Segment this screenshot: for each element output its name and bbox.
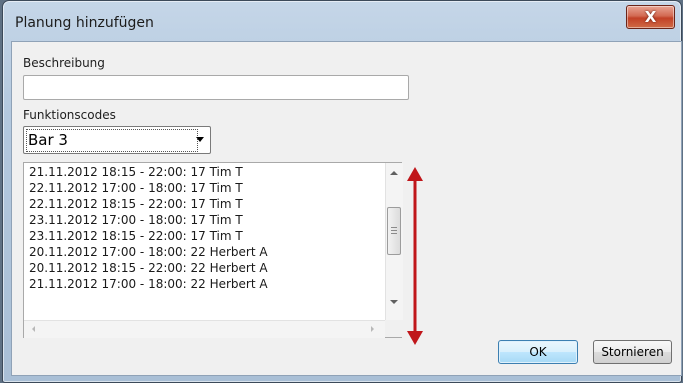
function-codes-dropdown[interactable]: Bar 3 [23, 126, 211, 154]
list-item[interactable]: 23.11.2012 18:15 - 22:00: 17 Tim T [29, 229, 243, 245]
close-button[interactable]: X [626, 5, 675, 29]
list-item[interactable]: 22.11.2012 17:00 - 18:00: 17 Tim T [29, 181, 243, 197]
dialog-content: Beschreibung Funktionscodes Bar 3 21.11.… [11, 41, 682, 376]
list-item[interactable]: 21.11.2012 18:15 - 22:00: 17 Tim T [29, 165, 243, 181]
close-icon: X [644, 8, 657, 26]
function-codes-label: Funktionscodes [23, 108, 116, 122]
vertical-scrollbar[interactable] [385, 163, 403, 320]
list-item[interactable]: 23.11.2012 17:00 - 18:00: 17 Tim T [29, 213, 243, 229]
ok-button[interactable]: OK [498, 340, 578, 364]
grip-line [391, 230, 397, 231]
description-input[interactable] [23, 75, 409, 100]
scroll-left-arrow-icon[interactable] [32, 326, 35, 332]
arrow-head-down [407, 331, 423, 345]
description-label: Beschreibung [23, 56, 105, 70]
list-item[interactable]: 21.11.2012 17:00 - 18:00: 22 Herbert A [29, 277, 268, 293]
vertical-scroll-thumb[interactable] [387, 207, 401, 255]
horizontal-scrollbar[interactable] [24, 320, 385, 338]
scroll-up-arrow-icon[interactable] [390, 171, 398, 175]
cancel-button[interactable]: Stornieren [593, 340, 672, 364]
list-item[interactable]: 20.11.2012 17:00 - 18:00: 22 Herbert A [29, 245, 268, 261]
chevron-down-icon[interactable] [196, 137, 204, 142]
list-item[interactable]: 20.11.2012 18:15 - 22:00: 22 Herbert A [29, 261, 268, 277]
schedule-listbox[interactable]: 21.11.2012 18:15 - 22:00: 17 Tim T 22.11… [23, 162, 403, 338]
window-title: Planung hinzufügen [15, 15, 154, 31]
grip-line [391, 227, 397, 228]
arrow-head-up [407, 167, 423, 181]
scroll-right-arrow-icon[interactable] [371, 326, 374, 332]
scrollbar-corner [385, 320, 402, 337]
scroll-down-arrow-icon[interactable] [390, 300, 398, 304]
double-arrow-icon [407, 167, 423, 345]
grip-line [391, 233, 397, 234]
function-codes-selected-value: Bar 3 [28, 131, 68, 149]
list-item[interactable]: 22.11.2012 18:15 - 22:00: 17 Tim T [29, 197, 243, 213]
